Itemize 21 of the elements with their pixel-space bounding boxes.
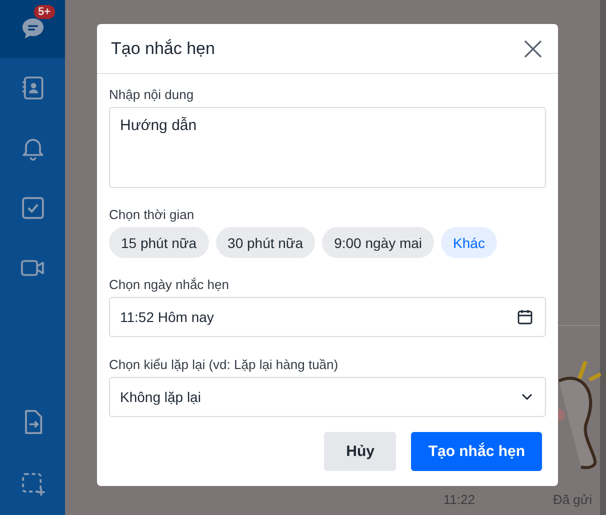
sidebar-item[interactable]: 5+	[0, 0, 65, 58]
create-reminder-button[interactable]: Tạo nhắc hẹn	[411, 432, 542, 471]
field-label: Chọn thời gian	[109, 207, 196, 222]
unread-badge: 5+	[33, 4, 56, 20]
field-label: Chọn ngày nhắc hẹn	[109, 277, 230, 292]
message-status: Đã gửi	[552, 492, 592, 507]
time-option-chip[interactable]: 9:00 ngày mai	[322, 227, 434, 258]
time-option-chip[interactable]: 15 phút nữa	[109, 227, 209, 258]
dialog-title: Tạo nhắc hẹn	[111, 38, 215, 58]
content-field[interactable]: Hướng dẫn	[109, 107, 546, 188]
time-option-chip[interactable]: 30 phút nữa	[216, 227, 316, 258]
chevron-down-icon	[521, 393, 533, 401]
calendar-icon	[517, 309, 533, 325]
date-field[interactable]: 11:52 Hôm nay	[109, 297, 546, 337]
close-icon[interactable]	[522, 38, 544, 60]
field-label: Chọn kiểu lặp lại (vd: Lặp lại hàng tuần)	[109, 357, 340, 372]
repeat-dropdown[interactable]: Không lặp lại	[109, 377, 546, 417]
field-label: Nhập nội dung	[109, 87, 195, 102]
cancel-button[interactable]: Hủy	[324, 432, 396, 471]
time-option-chip[interactable]: Khác	[441, 227, 497, 258]
message-time: 11:22	[443, 492, 475, 507]
